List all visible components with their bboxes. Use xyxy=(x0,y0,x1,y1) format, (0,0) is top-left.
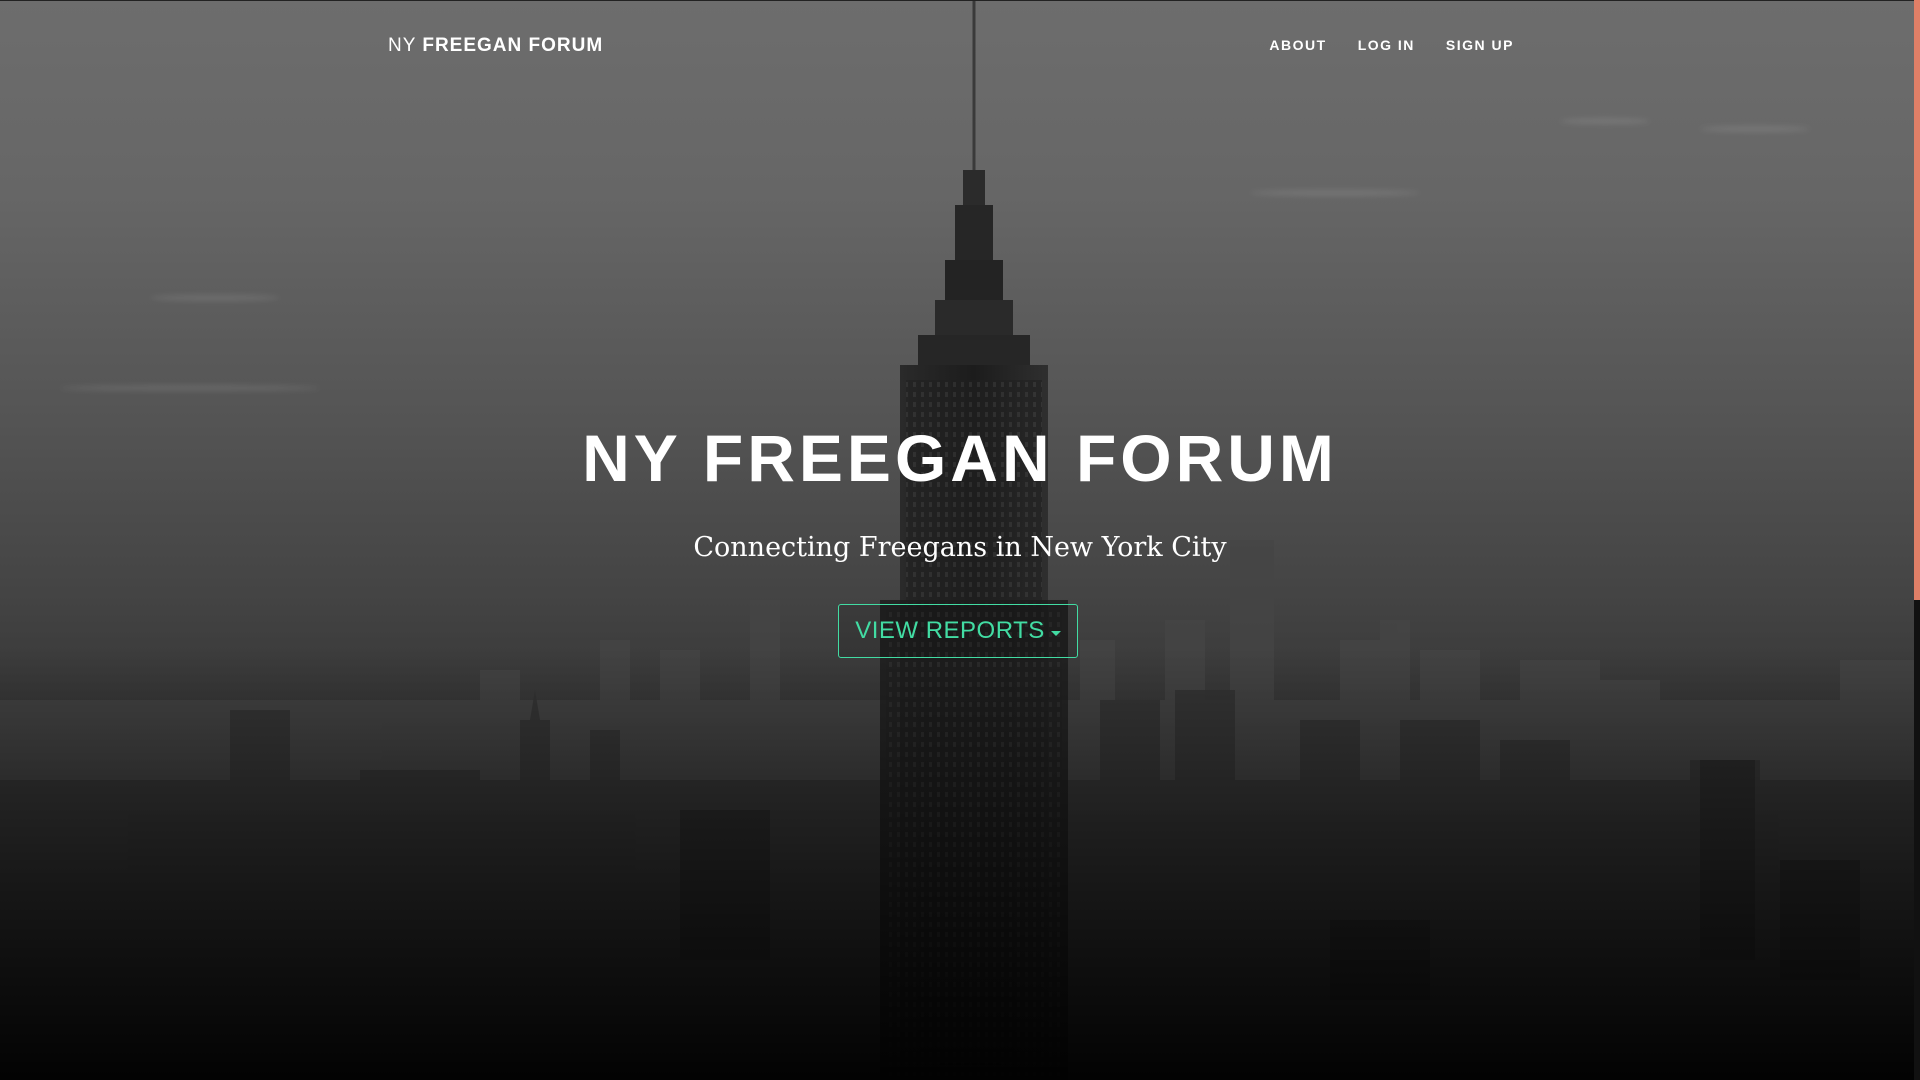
brand-prefix: NY xyxy=(388,35,417,56)
page-scrollbar[interactable] xyxy=(1914,0,1920,1080)
caret-down-icon xyxy=(1050,630,1061,636)
nav-links: ABOUT LOG IN SIGN UP xyxy=(1269,37,1514,53)
nav-link-log-in[interactable]: LOG IN xyxy=(1358,37,1415,53)
hero-tagline: Connecting Freegans in New York City xyxy=(693,532,1227,563)
hero-title: NY FREEGAN FORUM xyxy=(582,421,1338,495)
view-reports-button[interactable]: VIEW REPORTS xyxy=(838,604,1078,658)
brand-name: FREEGAN FORUM xyxy=(422,35,604,56)
nav-link-sign-up[interactable]: SIGN UP xyxy=(1446,37,1514,53)
scrollbar-thumb[interactable] xyxy=(1914,0,1920,600)
top-navbar: NY FREEGAN FORUM ABOUT LOG IN SIGN UP xyxy=(0,0,1920,92)
view-reports-label: VIEW REPORTS xyxy=(855,617,1045,644)
brand-link[interactable]: NY FREEGAN FORUM xyxy=(388,35,603,57)
landing-page: NY FREEGAN FORUM ABOUT LOG IN SIGN UP NY… xyxy=(0,0,1920,1080)
nav-link-about[interactable]: ABOUT xyxy=(1269,37,1326,53)
